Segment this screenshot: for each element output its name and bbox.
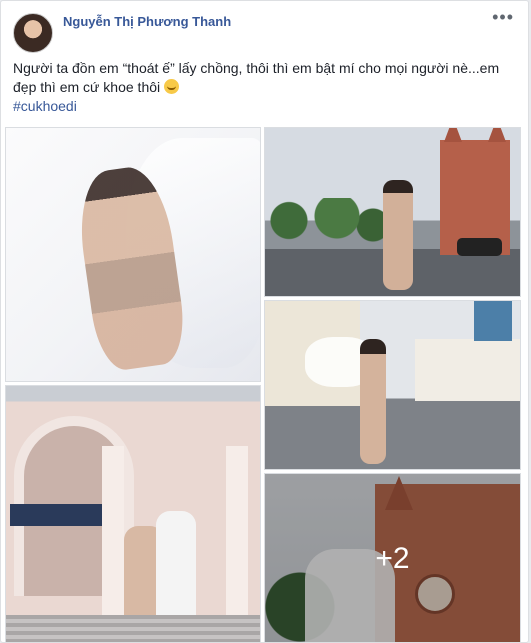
building-right-shape xyxy=(415,339,520,401)
facebook-post: Nguyễn Thị Phương Thanh ••• Người ta đồn… xyxy=(0,0,529,643)
person-figure xyxy=(360,339,386,464)
trees-shape xyxy=(265,198,385,243)
photo-2[interactable] xyxy=(264,127,521,297)
column-shape xyxy=(102,446,124,642)
steps-shape xyxy=(6,615,260,642)
author-avatar[interactable] xyxy=(13,13,53,53)
post-text: Người ta đồn em “thoát ế” lấy chồng, thô… xyxy=(13,59,513,116)
author-name[interactable]: Nguyễn Thị Phương Thanh xyxy=(63,14,231,29)
post-text-line-2: đẹp thì em cứ khoe thôi xyxy=(13,79,161,95)
photo-1[interactable] xyxy=(5,127,261,382)
more-photos-count[interactable]: +2 xyxy=(265,474,520,642)
more-options-icon[interactable]: ••• xyxy=(492,7,514,28)
smiling-face-icon xyxy=(164,79,180,94)
banner-shape xyxy=(10,504,102,526)
hashtag-link[interactable]: #cukhoedi xyxy=(13,98,77,114)
photo-3[interactable] xyxy=(264,300,521,470)
person-figure xyxy=(383,180,413,290)
photo-5[interactable]: +2 xyxy=(264,473,521,642)
column-shape xyxy=(226,446,248,642)
post-text-line-1: Người ta đồn em “thoát ế” lấy chồng, thô… xyxy=(13,60,500,76)
photo-4[interactable] xyxy=(5,385,261,642)
glass-tower-shape xyxy=(474,301,512,341)
car-shape xyxy=(457,238,502,256)
